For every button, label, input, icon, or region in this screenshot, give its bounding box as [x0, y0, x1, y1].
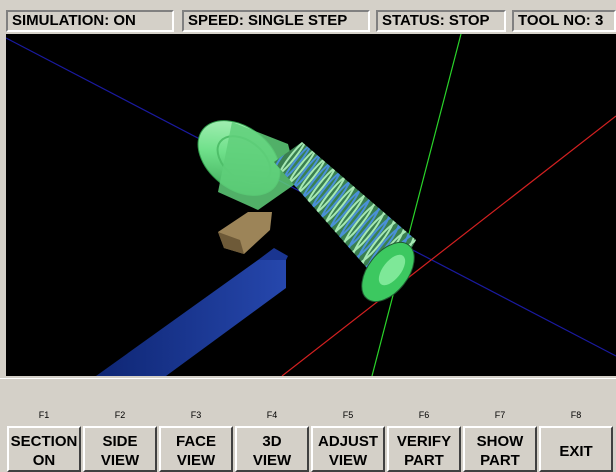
fkey-label: F8 [570, 410, 582, 420]
fkey-label: F3 [190, 410, 202, 420]
section-on-button[interactable]: SECTION ON [7, 426, 81, 472]
fkey-label: F2 [114, 410, 126, 420]
fkey-f4: F4 3D VIEW [234, 400, 310, 472]
speed-status: SPEED: SINGLE STEP [182, 10, 370, 32]
fkey-label: F1 [38, 410, 50, 420]
verify-part-button[interactable]: VERIFY PART [387, 426, 461, 472]
exit-button[interactable]: EXIT [539, 426, 613, 472]
show-part-button[interactable]: SHOW PART [463, 426, 537, 472]
function-key-bar: F1 SECTION ON F2 SIDE VIEW F3 FACE VIEW F4 … [0, 400, 616, 472]
status-bar: SIMULATION: ON SPEED: SINGLE STEP STATUS… [0, 0, 616, 34]
adjust-view-button[interactable]: ADJUST VIEW [311, 426, 385, 472]
y-axis-line [371, 34, 462, 376]
fkey-label: F5 [342, 410, 354, 420]
side-view-button[interactable]: SIDE VIEW [83, 426, 157, 472]
message-bar [0, 378, 616, 398]
fkey-f1: F1 SECTION ON [6, 400, 82, 472]
run-status: STATUS: STOP [376, 10, 506, 32]
fkey-label: F4 [266, 410, 278, 420]
simulation-viewport[interactable] [6, 34, 616, 376]
3d-scene [6, 34, 616, 376]
simulation-status: SIMULATION: ON [6, 10, 174, 32]
fkey-label: F6 [418, 410, 430, 420]
fkey-f5: F5 ADJUST VIEW [310, 400, 386, 472]
fkey-f3: F3 FACE VIEW [158, 400, 234, 472]
x-axis-line [281, 115, 616, 376]
face-view-button[interactable]: FACE VIEW [159, 426, 233, 472]
tool-holder [96, 260, 286, 376]
fkey-f6: F6 VERIFY PART [386, 400, 462, 472]
fkey-label: F7 [494, 410, 506, 420]
3d-view-button[interactable]: 3D VIEW [235, 426, 309, 472]
fkey-f2: F2 SIDE VIEW [82, 400, 158, 472]
fkey-f8: F8 EXIT [538, 400, 614, 472]
fkey-f7: F7 SHOW PART [462, 400, 538, 472]
tool-number-status: TOOL NO: 3 [512, 10, 616, 32]
